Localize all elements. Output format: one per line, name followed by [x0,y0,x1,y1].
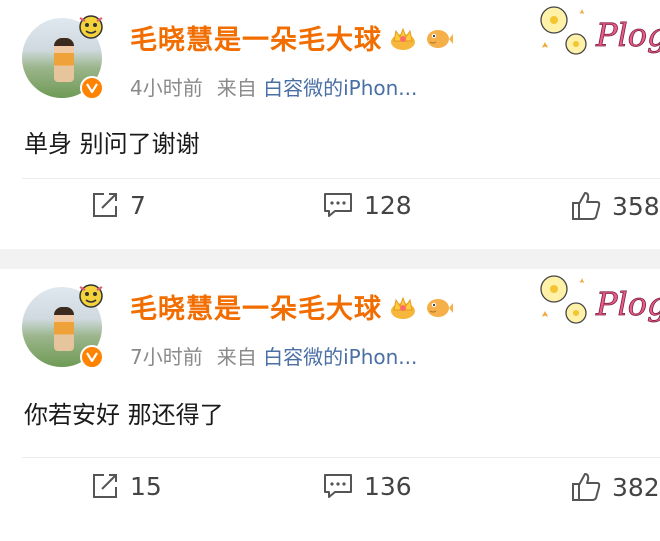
verified-v-icon [80,345,104,369]
author-name[interactable]: 毛晓慧是一朵毛大球 [130,287,382,326]
post-content: 你若安好 那还得了 [24,401,224,429]
sticker-icon [79,15,103,39]
edit-square-icon [93,193,117,217]
post-card[interactable]: 毛晓慧是一朵毛大球 4小时前 来自 白容微的iPhon... Plo 单身 别问… [0,0,660,249]
thumbs-up-icon [572,473,601,501]
comment-bubble-icon [324,474,352,498]
thumbs-up-icon [572,192,601,220]
pufferfish-icon [427,298,453,317]
like-count: 358 [612,191,660,221]
comment-count: 136 [364,471,412,501]
repost-count: 15 [130,471,162,501]
sticker-icon [79,284,103,308]
avatar[interactable] [22,12,108,100]
weibo-feed: 毛晓慧是一朵毛大球 4小时前 来自 白容微的iPhon... Plo 单身 别问… [0,0,660,541]
like-count: 382 [612,472,660,502]
edit-square-icon [93,474,117,498]
source-prefix: 来自 [216,76,257,100]
comment-count: 128 [364,190,412,220]
verified-v-icon [80,76,104,100]
comment-button[interactable]: 128 [322,190,412,220]
post-time: 4小时前 [130,76,203,100]
decoration-sticker: Plog [540,6,660,55]
comment-button[interactable]: 136 [322,471,412,501]
avatar[interactable] [22,281,108,369]
post-content: 单身 别问了谢谢 [24,130,200,158]
decoration-sticker: Plog [540,275,660,324]
source-prefix: 来自 [216,345,257,369]
like-button[interactable]: 382 [570,471,660,503]
crown-icon [391,27,415,50]
like-button[interactable]: 358 [570,190,660,222]
source-device[interactable]: 白容微的iPhon... [263,76,417,100]
repost-button[interactable]: 15 [90,471,162,501]
source-device[interactable]: 白容微的iPhon... [263,345,417,369]
divider [22,178,660,179]
author-name[interactable]: 毛晓慧是一朵毛大球 [130,18,382,57]
crown-icon [391,296,415,319]
repost-count: 7 [130,190,146,220]
repost-button[interactable]: 7 [90,190,146,220]
plog-logo: Plog [595,16,660,54]
plog-logo: Plog [595,285,660,323]
post-card[interactable]: 毛晓慧是一朵毛大球 7小时前 来自 白容微的iPhon... Plo 你若安好 … [0,269,660,541]
post-separator [0,249,660,269]
comment-bubble-icon [324,193,352,217]
post-time: 7小时前 [130,345,203,369]
pufferfish-icon [427,29,453,48]
divider [22,457,660,458]
